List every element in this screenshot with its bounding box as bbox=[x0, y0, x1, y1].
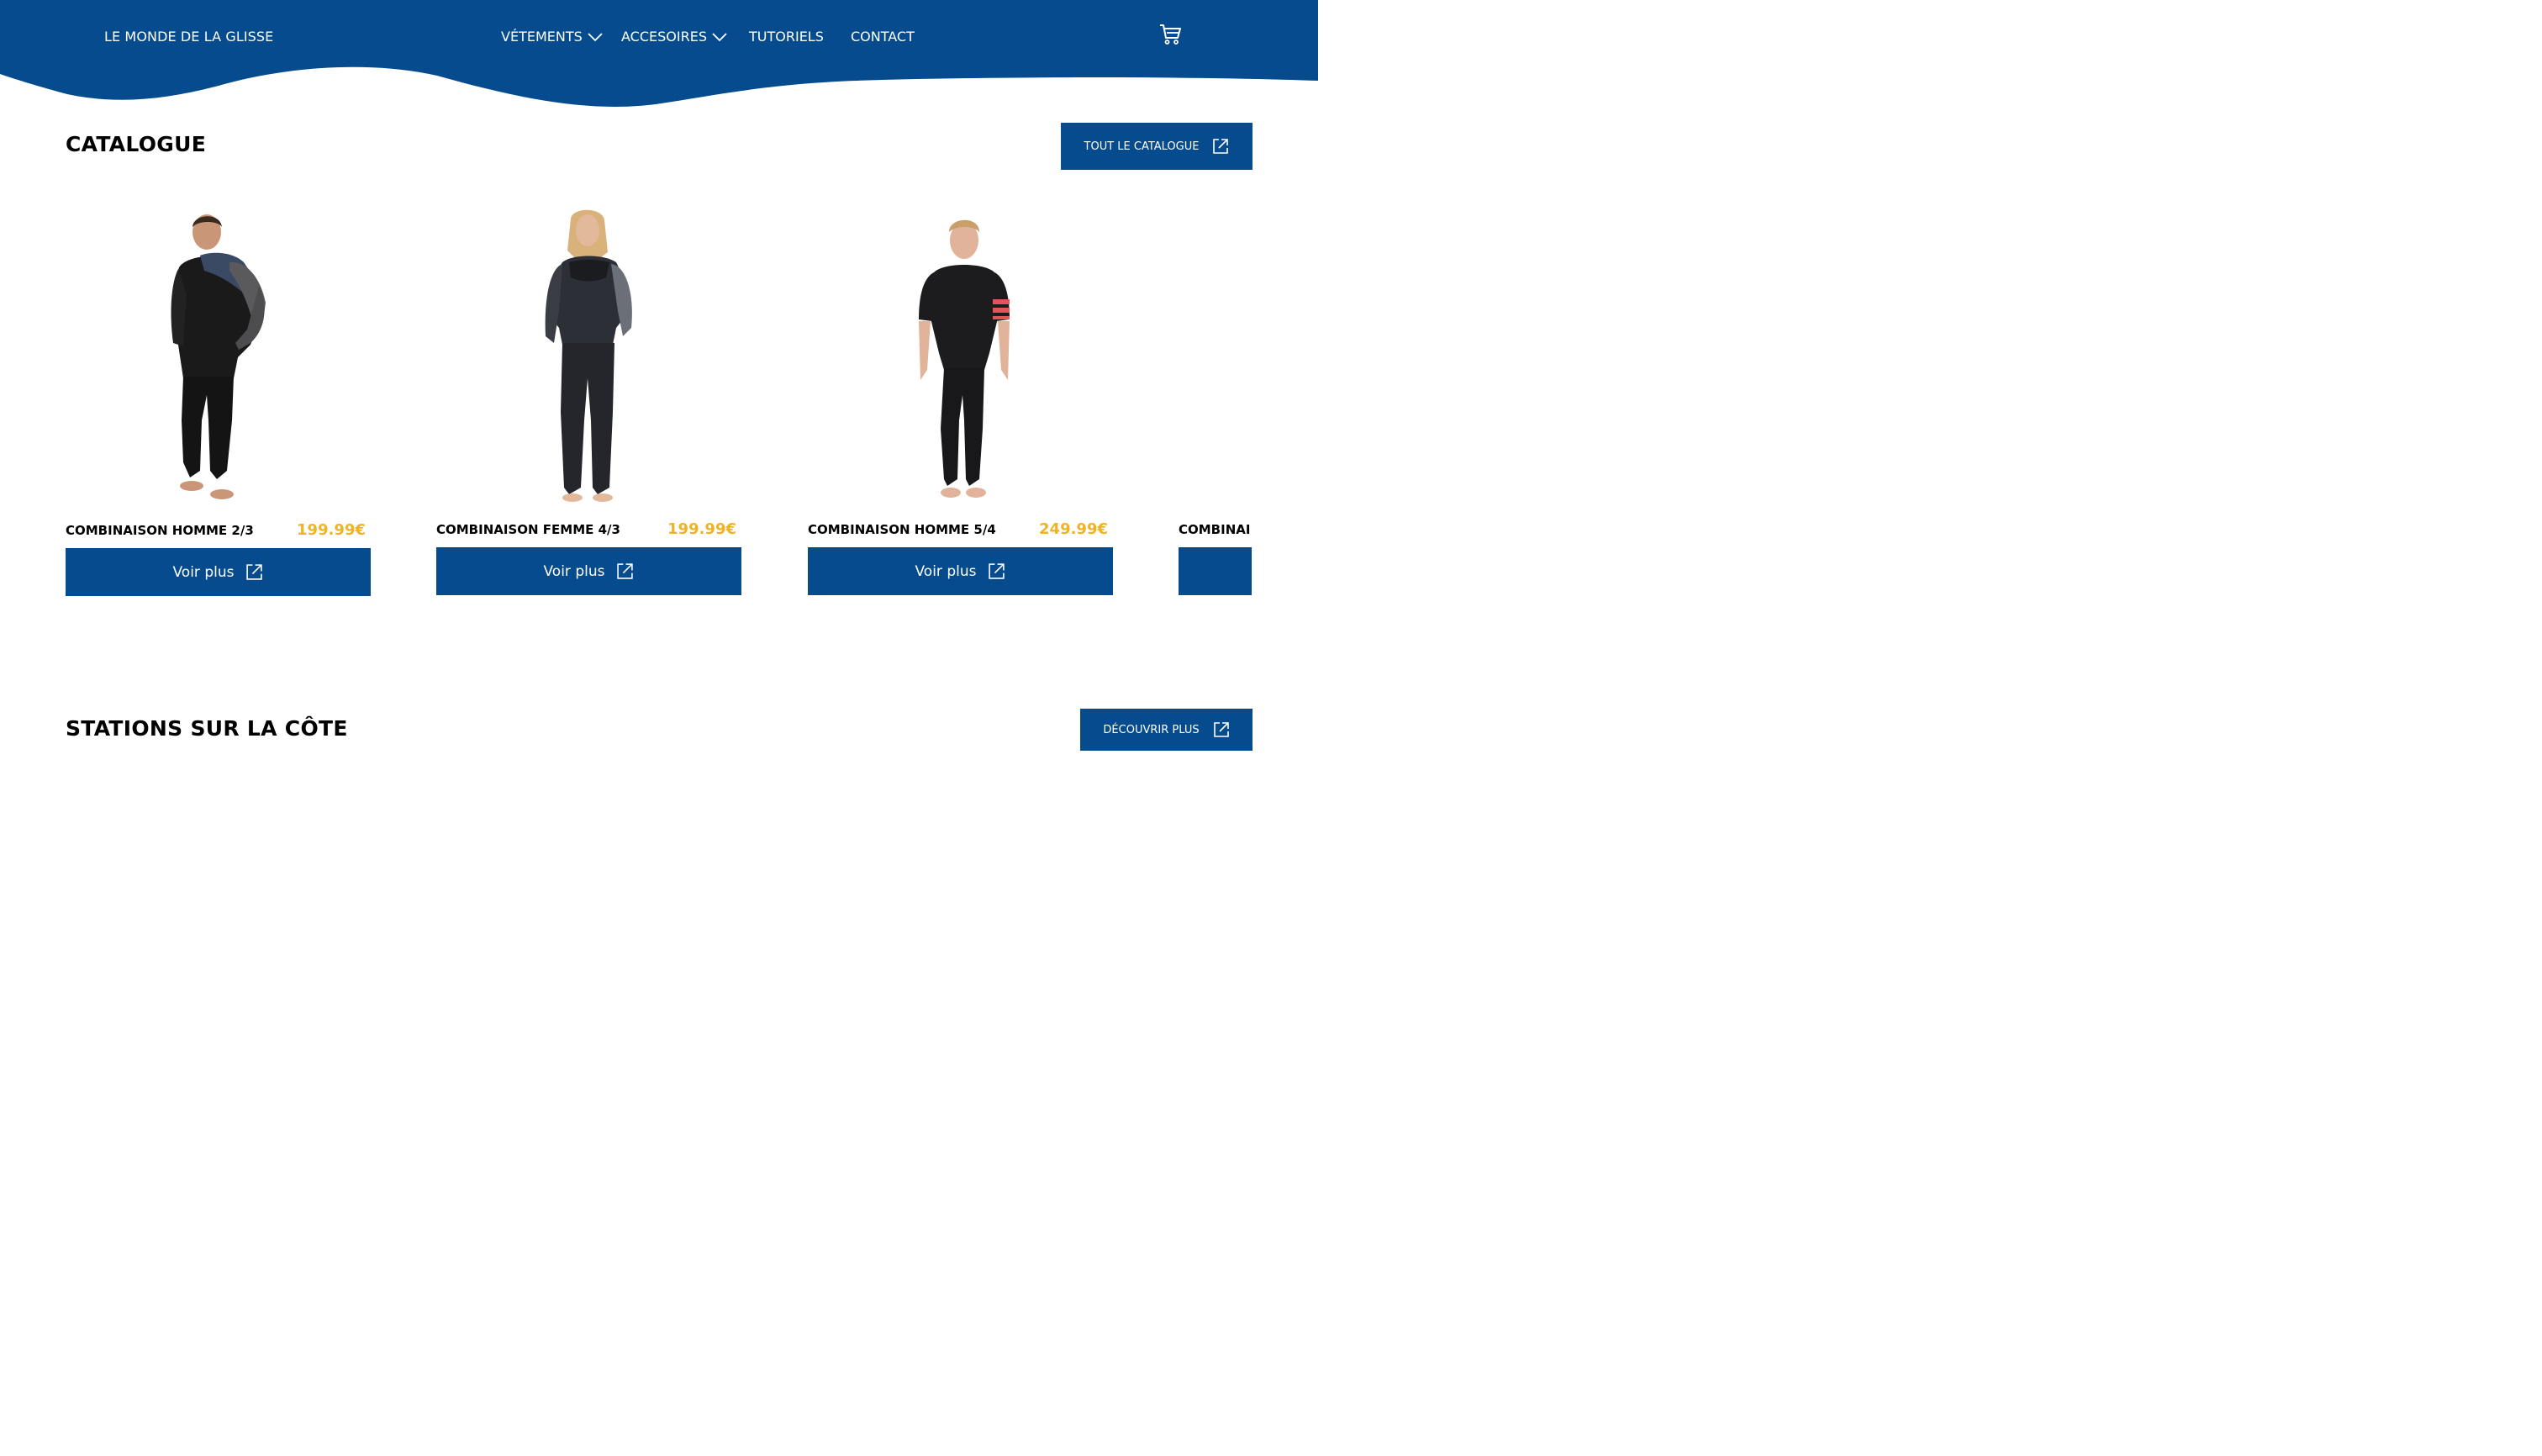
product-card: COMBINAISON HOMME 5/4 249.99€ Voir plus bbox=[808, 202, 1113, 597]
nav-item-tutoriels[interactable]: TUTORIELS bbox=[749, 29, 824, 45]
product-name: COMBINAISON HOMME 2/3 bbox=[66, 523, 254, 538]
view-more-button[interactable]: Voir plus bbox=[66, 548, 371, 596]
nav-item-vetements[interactable]: VÉTEMENTS bbox=[501, 29, 603, 45]
nav-item-label: CONTACT bbox=[851, 29, 915, 45]
view-more-button[interactable]: Voir plus bbox=[436, 547, 741, 595]
external-link-icon bbox=[1213, 722, 1229, 737]
product-image-wetsuit-woman bbox=[545, 209, 632, 502]
nav-item-label: TUTORIELS bbox=[749, 29, 824, 45]
view-more-button[interactable]: Voir plus bbox=[808, 547, 1113, 595]
nav-item-accesoires[interactable]: ACCESOIRES bbox=[621, 29, 727, 45]
view-more-label: Voir plus bbox=[543, 562, 605, 580]
nav-item-contact[interactable]: CONTACT bbox=[851, 29, 915, 45]
view-more-label: Voir plus bbox=[172, 563, 235, 581]
product-price: 199.99€ bbox=[297, 521, 366, 539]
product-name: COMBINAISON HOMME 5/4 bbox=[808, 522, 996, 537]
header-wave-background bbox=[0, 0, 1318, 107]
product-name: COMBINAI bbox=[1179, 522, 1251, 537]
all-catalogue-label: TOUT LE CATALOGUE bbox=[1084, 140, 1200, 153]
product-image-wetsuit-man bbox=[171, 214, 266, 499]
site-header: LE MONDE DE LA GLISSE VÉTEMENTS ACCESOIR… bbox=[0, 0, 1318, 118]
discover-more-label: DÉCOUVRIR PLUS bbox=[1103, 723, 1200, 736]
external-link-icon bbox=[246, 564, 263, 580]
stations-title: STATIONS SUR LA CÔTE bbox=[66, 716, 348, 741]
product-card: COMBINAISON HOMME 2/3 199.99€ Voir plus bbox=[66, 202, 371, 597]
site-logo-link[interactable]: LE MONDE DE LA GLISSE bbox=[104, 29, 273, 45]
nav-item-label: VÉTEMENTS bbox=[501, 29, 583, 45]
product-price: 199.99€ bbox=[667, 520, 736, 538]
product-image-wetsuit-man-short-sleeve bbox=[919, 219, 1010, 498]
catalogue-title: CATALOGUE bbox=[66, 132, 207, 156]
external-link-icon bbox=[1213, 139, 1229, 154]
discover-more-button[interactable]: DÉCOUVRIR PLUS bbox=[1080, 709, 1253, 751]
nav-item-label: ACCESOIRES bbox=[621, 29, 707, 45]
chevron-down-icon bbox=[588, 32, 603, 41]
view-more-label: Voir plus bbox=[915, 562, 977, 580]
product-price: 249.99€ bbox=[1039, 520, 1108, 538]
chevron-down-icon bbox=[712, 32, 727, 41]
all-catalogue-button[interactable]: TOUT LE CATALOGUE bbox=[1061, 123, 1253, 170]
product-card: COMBINAISON FEMME 4/3 199.99€ Voir plus bbox=[436, 202, 741, 597]
cart-icon[interactable] bbox=[1158, 23, 1182, 46]
product-card: COMBINAI bbox=[1179, 202, 1252, 597]
view-more-button[interactable] bbox=[1179, 547, 1252, 595]
external-link-icon bbox=[989, 563, 1005, 579]
external-link-icon bbox=[617, 563, 634, 579]
product-name: COMBINAISON FEMME 4/3 bbox=[436, 522, 620, 537]
